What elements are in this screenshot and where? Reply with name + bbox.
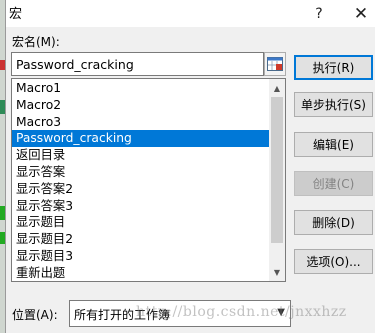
- delete-button[interactable]: 删除(D): [294, 210, 373, 235]
- macro-list-item[interactable]: 显示题目3: [12, 248, 270, 265]
- scroll-up-icon[interactable]: ▲: [269, 80, 285, 96]
- create-button[interactable]: 创建(C): [294, 171, 373, 196]
- macro-list[interactable]: Macro1 Macro2 Macro3 Password_cracking 返回目录显…: [11, 78, 286, 282]
- range-select-icon: [267, 57, 283, 71]
- step-into-button[interactable]: 单步执行(S): [294, 92, 373, 117]
- macro-name-input[interactable]: [11, 52, 264, 76]
- macro-name-label: 宏名(M):: [12, 35, 60, 49]
- location-label: 位置(A):: [12, 308, 58, 322]
- help-icon[interactable]: ?: [304, 0, 334, 27]
- scroll-thumb[interactable]: [271, 97, 283, 243]
- edit-button[interactable]: 编辑(E): [294, 132, 373, 157]
- location-select[interactable]: 所有打开的工作簿 ▼: [69, 300, 291, 327]
- macro-list-item[interactable]: 重新出题: [12, 265, 270, 282]
- location-value: 所有打开的工作簿: [74, 308, 171, 322]
- close-icon[interactable]: ✕: [346, 0, 375, 27]
- macro-list-item[interactable]: Macro1: [12, 80, 270, 97]
- macro-list-item[interactable]: 显示题目: [12, 214, 270, 231]
- macro-list-item[interactable]: 显示题目2: [12, 231, 270, 248]
- macro-list-item[interactable]: 显示答案2: [12, 181, 270, 198]
- macro-list-scrollbar[interactable]: ▲ ▼: [269, 79, 285, 281]
- chevron-down-icon[interactable]: ▼: [277, 307, 285, 318]
- macro-list-items: Macro1 Macro2 Macro3 Password_cracking 返回目录显…: [12, 80, 270, 282]
- macro-list-item[interactable]: Macro2: [12, 97, 270, 114]
- options-button[interactable]: 选项(O)...: [294, 249, 373, 274]
- macro-list-item[interactable]: Macro3: [12, 114, 270, 131]
- macro-list-item[interactable]: 显示答案3: [12, 198, 270, 215]
- title-bar: 宏 ? ✕: [6, 0, 375, 27]
- scroll-down-icon[interactable]: ▼: [269, 264, 285, 280]
- macro-list-item[interactable]: 显示答案: [12, 164, 270, 181]
- dialog-title: 宏: [9, 7, 23, 22]
- run-button[interactable]: 执行(R): [294, 55, 373, 80]
- macro-list-item[interactable]: 返回目录: [12, 147, 270, 164]
- macro-list-item[interactable]: Password_cracking: [12, 130, 270, 148]
- range-select-button[interactable]: [264, 52, 286, 76]
- macro-dialog: 宏 ? ✕ 宏名(M): Macro1Macro2Macro3Password_…: [5, 0, 375, 333]
